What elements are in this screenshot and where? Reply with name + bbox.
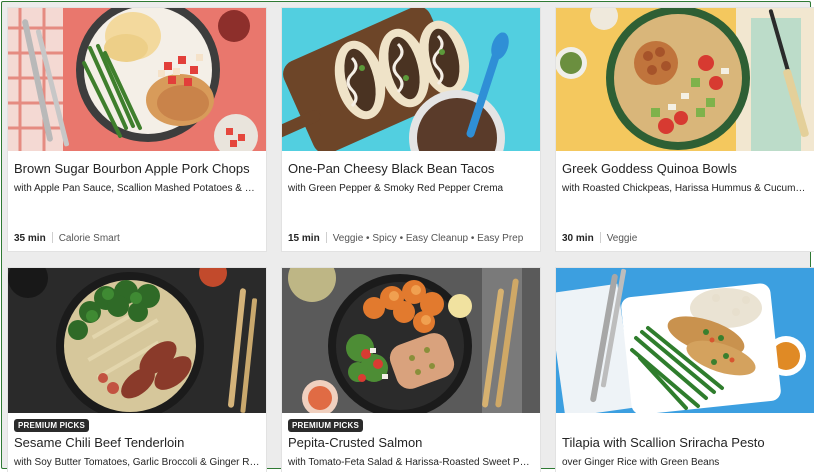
recipe-title[interactable]: Pepita-Crusted Salmon <box>288 435 534 450</box>
quinoa-bowl-image <box>556 8 814 151</box>
recipe-meta: 15 min Veggie • Spicy • Easy Cleanup • Ea… <box>288 232 534 244</box>
meta-divider <box>599 232 601 243</box>
meta-divider <box>51 232 53 243</box>
recipe-subtitle: with Apple Pan Sauce, Scallion Mashed Po… <box>14 183 260 194</box>
recipe-subtitle: with Roasted Chickpeas, Harissa Hummus &… <box>562 183 808 194</box>
black-bean-tacos-image <box>282 8 540 151</box>
recipe-card-beef-tenderloin[interactable]: PREMIUM PICKS Sesame Chili Beef Tenderlo… <box>8 268 266 472</box>
recipe-meta: 30 min Veggie <box>562 232 808 244</box>
recipe-tags: Veggie <box>606 233 638 244</box>
cook-time: 15 min <box>288 233 320 244</box>
recipe-title[interactable]: Tilapia with Scallion Sriracha Pesto <box>562 435 808 450</box>
recipe-subtitle: with Green Pepper & Smoky Red Pepper Cre… <box>288 183 504 194</box>
recipe-card-quinoa-bowls[interactable]: Greek Goddess Quinoa Bowls with Roasted … <box>556 8 814 251</box>
recipe-title[interactable]: Brown Sugar Bourbon Apple Pork Chops <box>14 161 260 176</box>
recipe-card-tilapia[interactable]: Tilapia with Scallion Sriracha Pesto ove… <box>556 268 814 472</box>
recipe-grid: Brown Sugar Bourbon Apple Pork Chops wit… <box>1 1 814 472</box>
cook-time: 30 min <box>562 233 594 244</box>
premium-picks-badge: PREMIUM PICKS <box>14 419 90 432</box>
recipe-tags: Veggie • Spicy • Easy Cleanup • Easy Pre… <box>332 233 524 244</box>
premium-picks-badge: PREMIUM PICKS <box>288 419 364 432</box>
recipe-subtitle: with Soy Butter Tomatoes, Garlic Broccol… <box>14 457 260 468</box>
recipe-card-pepita-salmon[interactable]: PREMIUM PICKS Pepita-Crusted Salmon with… <box>282 268 540 472</box>
recipe-meta: 35 min Calorie Smart <box>14 232 260 244</box>
recipe-tags: Calorie Smart <box>58 233 120 244</box>
recipe-card-pork-chops[interactable]: Brown Sugar Bourbon Apple Pork Chops wit… <box>8 8 266 251</box>
recipe-title[interactable]: Sesame Chili Beef Tenderloin <box>14 435 260 450</box>
tilapia-plate-image <box>556 268 814 413</box>
beef-tenderloin-image <box>8 268 266 413</box>
recipe-title[interactable]: Greek Goddess Quinoa Bowls <box>562 161 808 176</box>
recipe-subtitle: with Tomato-Feta Salad & Harissa-Roasted… <box>288 457 534 468</box>
pork-chop-plate-image <box>8 8 266 151</box>
recipe-card-black-bean-tacos[interactable]: One-Pan Cheesy Black Bean Tacos with Gre… <box>282 8 540 251</box>
recipe-subtitle: over Ginger Rice with Green Beans <box>562 457 720 468</box>
recipe-title[interactable]: One-Pan Cheesy Black Bean Tacos <box>288 161 534 176</box>
salmon-plate-image <box>282 268 540 413</box>
cook-time: 35 min <box>14 233 46 244</box>
meta-divider <box>325 232 327 243</box>
